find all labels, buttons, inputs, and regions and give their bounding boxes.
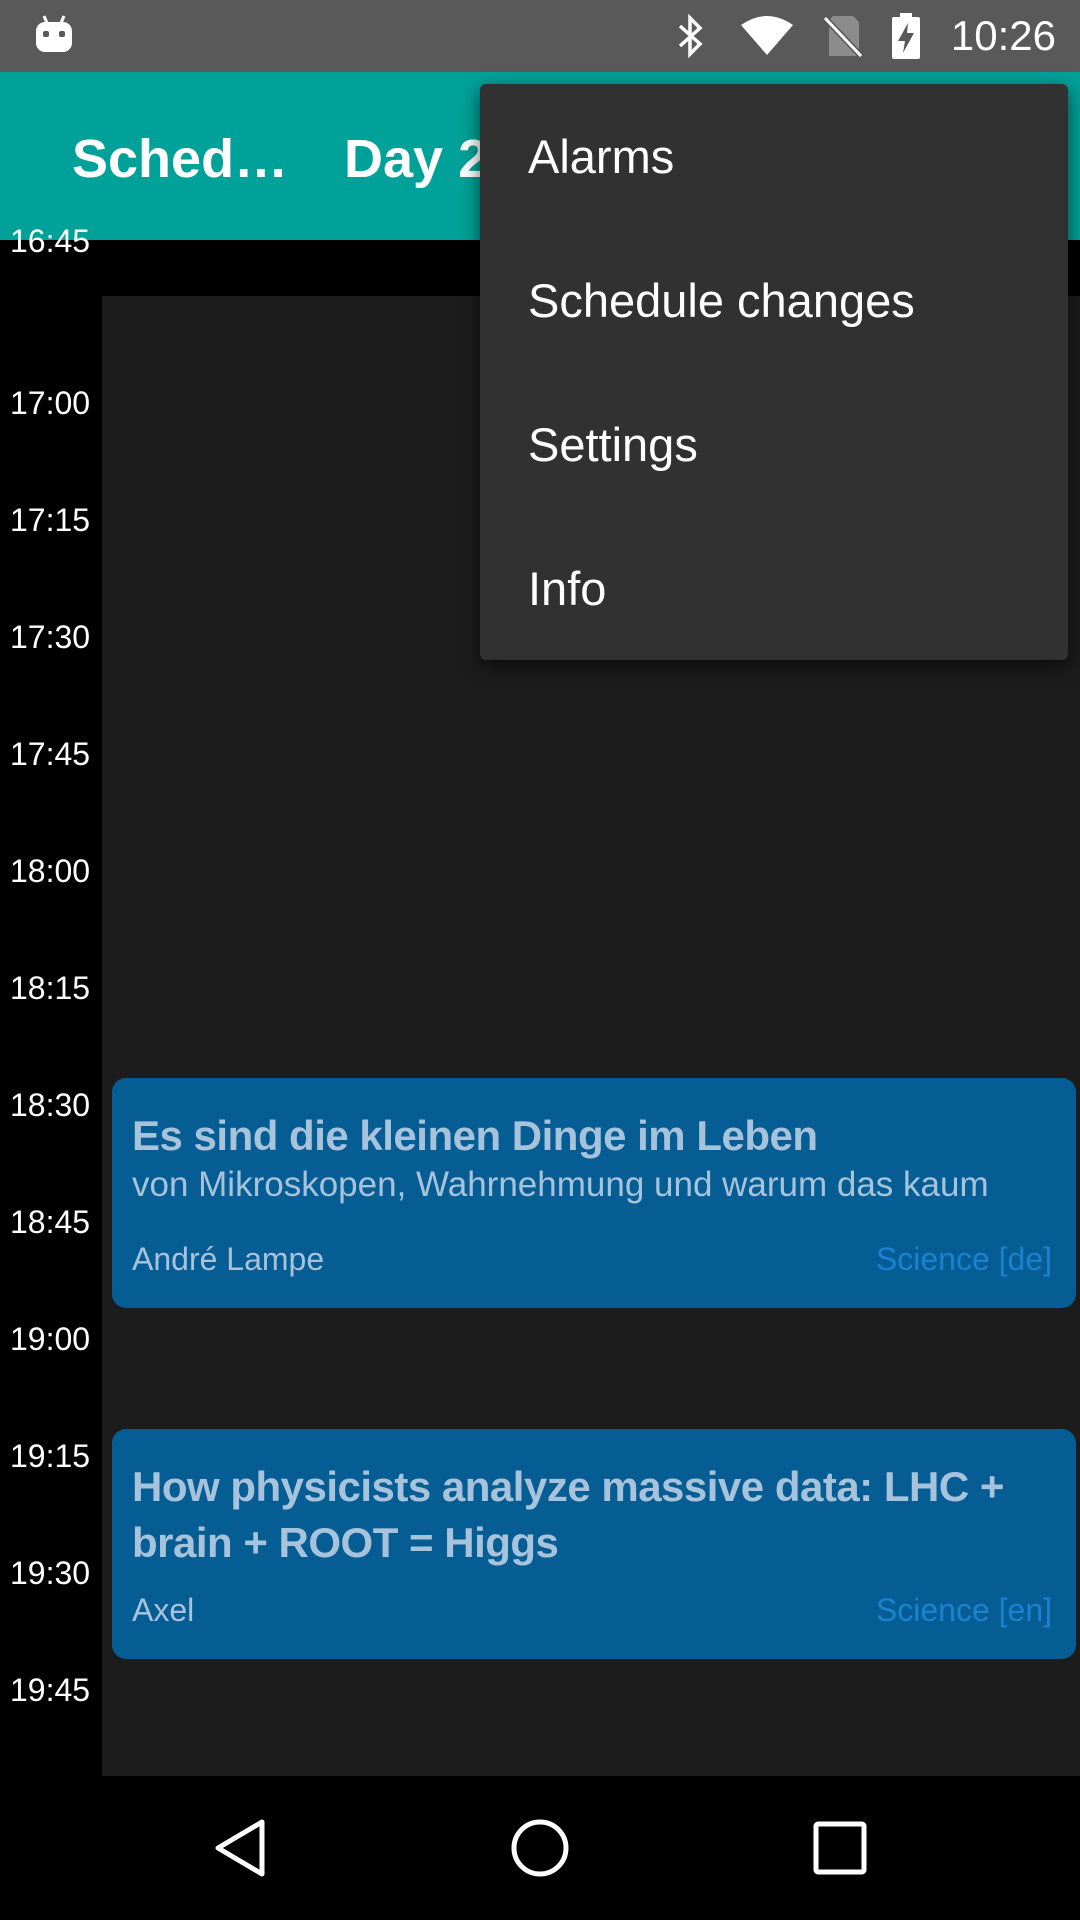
event-speaker: André Lampe xyxy=(132,1241,325,1277)
clock: 10:26 xyxy=(950,12,1056,59)
back-icon[interactable] xyxy=(204,1812,276,1884)
wifi-icon xyxy=(739,14,795,58)
overflow-menu: Alarms Schedule changes Settings Info xyxy=(480,84,1068,660)
screen: 10:26 Sched… Day 2 16:45 17:00 17:15 17:… xyxy=(0,0,1080,1920)
time-label: 19:15 xyxy=(10,1438,91,1474)
event-speaker: Axel xyxy=(132,1592,195,1628)
event-card[interactable]: How physicists analyze massive data: LHC… xyxy=(112,1429,1076,1659)
event-title: Es sind die kleinen Dinge im Leben xyxy=(132,1112,818,1159)
navigation-bar xyxy=(0,1776,1080,1920)
time-label: 17:45 xyxy=(10,736,91,772)
time-label: 19:00 xyxy=(10,1321,91,1357)
time-label: 19:45 xyxy=(10,1672,91,1708)
recents-icon[interactable] xyxy=(804,1812,876,1884)
home-icon[interactable] xyxy=(504,1812,576,1884)
event-track: Science [de] xyxy=(875,1241,1052,1277)
battery-charging-icon xyxy=(891,13,921,59)
time-label: 17:00 xyxy=(10,385,91,421)
event-card[interactable]: Es sind die kleinen Dinge im Leben von M… xyxy=(112,1078,1076,1308)
event-subtitle: von Mikroskopen, Wahrnehmung und warum d… xyxy=(132,1165,989,1212)
time-label: 16:45 xyxy=(10,223,91,259)
bluetooth-icon xyxy=(669,14,713,58)
status-bar: 10:26 xyxy=(0,0,1080,72)
menu-item-info[interactable]: Info xyxy=(480,516,1068,660)
day-selector[interactable]: Day 2 xyxy=(344,128,488,190)
time-label: 18:45 xyxy=(10,1204,91,1240)
time-label: 18:15 xyxy=(10,970,91,1006)
app-title[interactable]: Sched… xyxy=(72,128,288,190)
time-label: 18:00 xyxy=(10,853,91,889)
menu-item-schedule-changes[interactable]: Schedule changes xyxy=(480,228,1068,372)
time-column: 16:45 17:00 17:15 17:30 17:45 18:00 18:1… xyxy=(0,223,100,1776)
no-sim-icon xyxy=(821,14,865,58)
time-label: 18:30 xyxy=(10,1087,91,1123)
time-label: 17:30 xyxy=(10,619,91,655)
status-icons: 10:26 xyxy=(669,0,1056,72)
android-robot-icon xyxy=(34,14,74,54)
menu-item-alarms[interactable]: Alarms xyxy=(480,84,1068,228)
time-label: 17:15 xyxy=(10,502,91,538)
menu-item-settings[interactable]: Settings xyxy=(480,372,1068,516)
event-title: How physicists analyze massive data: LHC… xyxy=(132,1463,1004,1566)
event-track: Science [en] xyxy=(875,1592,1052,1628)
time-label: 19:30 xyxy=(10,1555,91,1591)
